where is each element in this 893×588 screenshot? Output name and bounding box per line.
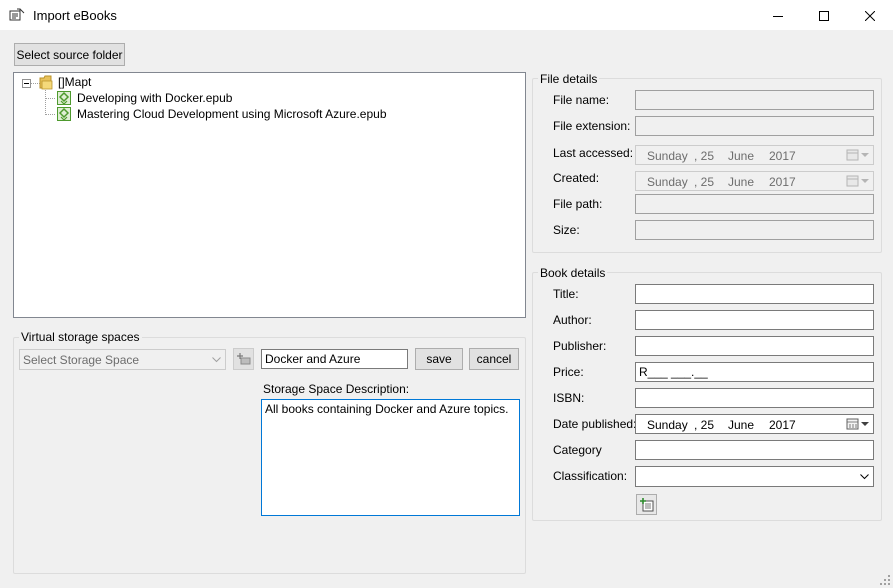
date-day[interactable]: Sunday (647, 418, 688, 432)
collapse-toggle[interactable] (22, 79, 31, 88)
title-bar: Import eBooks (0, 0, 893, 31)
classification-label: Classification: (553, 469, 628, 483)
add-storage-button[interactable] (233, 348, 254, 370)
tree-item[interactable]: Developing with Docker.epub (77, 91, 232, 105)
storage-description-textarea[interactable]: All books containing Docker and Azure to… (261, 399, 520, 516)
date-day: Sunday (647, 175, 688, 189)
calendar-icon[interactable] (846, 418, 870, 430)
resize-grip-icon[interactable] (880, 575, 891, 586)
storage-group-title: Virtual storage spaces (19, 330, 142, 344)
date-month: June (728, 175, 755, 189)
created-date-picker: Sunday , 25 June 2017 (635, 171, 874, 191)
isbn-input[interactable] (635, 388, 874, 408)
date-year[interactable]: 2017 (769, 418, 796, 432)
date-date: , 25 (694, 175, 715, 189)
category-input[interactable] (635, 440, 874, 460)
author-label: Author: (553, 313, 592, 327)
last-accessed-label: Last accessed: (553, 146, 634, 160)
minimize-button[interactable] (755, 0, 801, 31)
save-button[interactable]: save (415, 348, 463, 370)
file-extension-field (635, 116, 874, 136)
select-source-folder-button[interactable]: Select source folder (14, 43, 125, 66)
maximize-button[interactable] (801, 0, 847, 31)
storage-space-select[interactable]: Select Storage Space (19, 349, 226, 370)
price-label: Price: (553, 365, 584, 379)
last-accessed-date-picker: Sunday , 25 June 2017 (635, 145, 874, 165)
storage-name-input[interactable]: Docker and Azure (261, 349, 408, 369)
title-label: Title: (553, 287, 579, 301)
date-date[interactable]: , 25 (694, 418, 714, 432)
author-input[interactable] (635, 310, 874, 330)
created-label: Created: (553, 171, 600, 185)
maximize-icon (819, 10, 829, 21)
classification-select[interactable] (635, 466, 874, 487)
file-path-field (635, 194, 874, 214)
tree-root-label[interactable]: []Mapt (58, 75, 91, 89)
date-month[interactable]: June (728, 418, 754, 432)
add-book-icon (639, 497, 653, 511)
storage-select-placeholder: Select Storage Space (23, 353, 140, 367)
book-details-title: Book details (538, 266, 608, 280)
calendar-icon (846, 175, 869, 187)
chevron-down-icon (860, 474, 869, 480)
isbn-label: ISBN: (553, 391, 585, 405)
size-label: Size: (553, 223, 580, 237)
close-icon (865, 10, 875, 21)
date-day: Sunday (647, 149, 688, 163)
price-input[interactable]: R___ ___.__ (635, 362, 874, 382)
folder-icon (39, 75, 53, 90)
storage-description-label: Storage Space Description: (263, 382, 410, 396)
epub-file-icon (57, 107, 71, 121)
category-label: Category (553, 443, 602, 457)
date-year: 2017 (769, 175, 796, 189)
chevron-down-icon (212, 357, 221, 363)
epub-file-icon (57, 91, 71, 105)
cancel-button[interactable]: cancel (469, 348, 519, 370)
minimize-icon (773, 15, 783, 17)
file-extension-label: File extension: (553, 119, 631, 133)
date-date: , 25 (694, 149, 715, 163)
add-book-button[interactable] (636, 494, 657, 515)
date-published-label: Date published: (553, 417, 637, 431)
file-tree[interactable]: []Mapt Developing with Docker.epub Maste… (13, 72, 526, 318)
file-name-label: File name: (553, 93, 610, 107)
title-input[interactable] (635, 284, 874, 304)
date-month: June (728, 149, 755, 163)
tree-item[interactable]: Mastering Cloud Development using Micros… (77, 107, 387, 121)
date-year: 2017 (769, 149, 796, 163)
file-path-label: File path: (553, 197, 603, 211)
file-name-field (635, 90, 874, 110)
publisher-input[interactable] (635, 336, 874, 356)
date-published-picker[interactable]: Sunday , 25 June 2017 (635, 414, 874, 434)
calendar-icon (846, 149, 869, 161)
size-field (635, 220, 874, 240)
add-storage-icon (236, 353, 250, 365)
close-button[interactable] (847, 0, 893, 31)
window-title: Import eBooks (33, 8, 117, 23)
publisher-label: Publisher: (553, 339, 607, 353)
app-icon (9, 8, 25, 21)
file-details-title: File details (538, 72, 600, 86)
